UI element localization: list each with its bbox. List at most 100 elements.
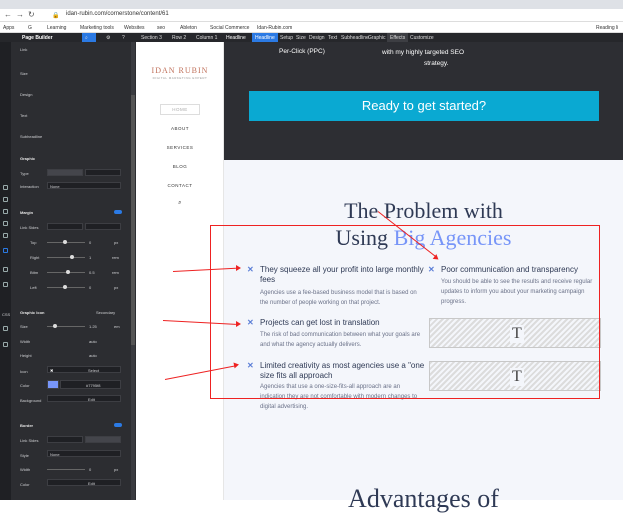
nav-blog[interactable]: BLOG [136, 164, 224, 169]
preview-icon[interactable] [3, 248, 8, 253]
bookmark-item[interactable]: Marketing tools [80, 25, 114, 31]
link-sides-on[interactable] [47, 223, 83, 230]
bookmark-item[interactable]: seo [157, 25, 165, 31]
site-search-icon[interactable]: ⌕ [136, 200, 224, 207]
site-logo-tagline: DIGITAL MARKETING EXPERT [152, 76, 208, 80]
margin-top-knob[interactable] [63, 240, 67, 244]
code-icon[interactable] [3, 326, 8, 331]
breadcrumb-item[interactable]: Section 3 [141, 35, 162, 41]
bookmark-item[interactable]: Learning [47, 25, 66, 31]
margin-right-slider[interactable] [47, 257, 85, 258]
back-icon[interactable]: ← [4, 10, 12, 19]
tab-text[interactable]: Text [328, 35, 337, 41]
border-toggle[interactable] [114, 423, 122, 427]
page-builder-title: Page Builder [22, 35, 53, 41]
nav-services[interactable]: SERVICES [136, 145, 224, 150]
url-field[interactable]: idan-rubin.com/cornerstone/content/61 [66, 11, 169, 17]
icon-background-field[interactable]: Edit [47, 395, 121, 402]
bookmark-item[interactable]: Apps [3, 25, 14, 31]
margin-left-value[interactable]: 0 [89, 285, 91, 290]
search-icon[interactable]: ⌕ [82, 33, 96, 42]
border-style-label: Style [20, 453, 29, 458]
margin-right-value[interactable]: 1 [89, 255, 91, 260]
panel-scroll-thumb[interactable] [131, 95, 135, 345]
bookmark-item[interactable]: Websites [124, 25, 144, 31]
margin-left-knob[interactable] [63, 285, 67, 289]
bookmark-item[interactable]: Ableton [180, 25, 197, 31]
annotation-box [210, 225, 600, 399]
tab-setup[interactable]: Setup [280, 35, 293, 41]
reload-icon[interactable]: ↻ [28, 10, 35, 19]
breadcrumb-item[interactable]: Row 2 [172, 35, 186, 41]
link-sides-off[interactable] [85, 223, 121, 230]
panel-section-design[interactable]: Design [20, 92, 32, 97]
border-link-off[interactable] [85, 436, 121, 443]
tab-subheadline[interactable]: Subheadline [341, 35, 369, 41]
help-icon[interactable]: ? [122, 35, 125, 41]
nav-home[interactable]: HOME [160, 104, 200, 115]
interaction-select[interactable]: None [47, 182, 121, 189]
tab-headline[interactable]: Headline [252, 33, 278, 42]
css-icon[interactable]: CSS [2, 312, 10, 317]
history-icon[interactable] [3, 282, 8, 287]
border-width-slider[interactable] [47, 469, 85, 470]
mobile-icon[interactable] [3, 233, 8, 238]
settings-icon[interactable] [3, 185, 8, 190]
tab-size[interactable]: Size [296, 35, 306, 41]
get-started-button[interactable]: Ready to get started? [249, 91, 599, 121]
margin-bottom-value[interactable]: 0.5 [89, 270, 95, 275]
tab-design[interactable]: Design [309, 35, 325, 41]
bookmark-item[interactable]: Social Commerce [210, 25, 249, 31]
margin-right-unit[interactable]: rem [112, 255, 119, 260]
type-toggle-icon[interactable] [47, 169, 83, 176]
tab-customize[interactable]: Customize [410, 35, 434, 41]
border-style-select[interactable]: None [47, 450, 121, 457]
icon-size-knob[interactable] [53, 324, 57, 328]
undo-icon[interactable] [3, 267, 8, 272]
icon-color-swatch[interactable] [47, 380, 59, 389]
breadcrumb-item[interactable]: Column 1 [196, 35, 217, 41]
nav-about[interactable]: ABOUT [136, 126, 224, 131]
tablet-icon[interactable] [3, 221, 8, 226]
icon-size-unit[interactable]: em [114, 324, 120, 329]
margin-bottom-knob[interactable] [66, 270, 70, 274]
bookmark-item[interactable]: G [28, 25, 32, 31]
tab-graphic[interactable]: Graphic [368, 35, 386, 41]
type-toggle-image[interactable] [85, 169, 121, 176]
panel-section-size[interactable]: Size [20, 71, 28, 76]
margin-right-knob[interactable] [70, 255, 74, 259]
breadcrumb-item[interactable]: Headline [226, 35, 246, 41]
nav-contact[interactable]: CONTACT [136, 183, 224, 188]
site-logo[interactable]: IDAN RUBIN [136, 66, 224, 75]
margin-toggle[interactable] [114, 210, 122, 214]
layers-icon[interactable] [3, 209, 8, 214]
border-color-label: Color [20, 482, 30, 487]
icon-select[interactable]: ✖ Select [47, 366, 121, 373]
icon-size-value[interactable]: 1.25 [89, 324, 97, 329]
tab-effects[interactable]: Effects [387, 33, 409, 42]
border-width-value[interactable]: 0 [89, 467, 91, 472]
border-link-on[interactable] [47, 436, 83, 443]
border-width-unit[interactable]: px [114, 467, 118, 472]
panel-section-text[interactable]: Text [20, 113, 27, 118]
bookmark-item[interactable]: Reading li [596, 25, 618, 31]
panel-section-graphic[interactable]: Graphic [20, 156, 35, 161]
margin-top-value[interactable]: 0 [89, 240, 91, 245]
icon-height-value[interactable]: auto [89, 353, 97, 358]
forward-icon[interactable]: → [16, 10, 24, 19]
hero-right-text-2: strategy. [424, 60, 449, 67]
margin-bottom-unit[interactable]: rem [112, 270, 119, 275]
desktop-icon[interactable] [3, 197, 8, 202]
panel-section-link[interactable]: Link [20, 47, 27, 52]
margin-left-unit[interactable]: px [114, 285, 118, 290]
gear-icon[interactable]: ⚙ [106, 35, 110, 41]
save-icon[interactable] [3, 342, 8, 347]
icon-color-field[interactable]: #7795f8 [60, 380, 121, 389]
bookmark-item[interactable]: Idan-Rubin.com [257, 25, 292, 31]
browser-tab-bar [0, 0, 623, 9]
border-color-field[interactable]: Edit [47, 479, 121, 486]
annotation-arrowhead [236, 265, 241, 271]
margin-top-unit[interactable]: px [114, 240, 118, 245]
icon-width-value[interactable]: auto [89, 339, 97, 344]
panel-section-subheadline[interactable]: Subheadline [20, 134, 42, 139]
